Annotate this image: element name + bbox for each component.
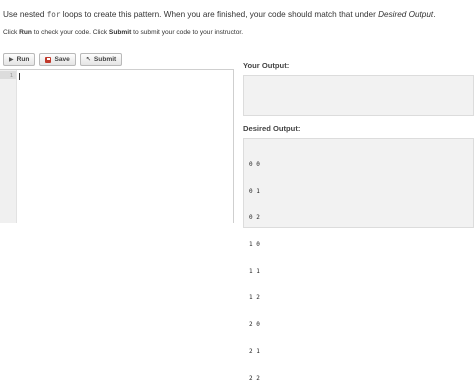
output-line: 0 2	[249, 214, 260, 222]
text-cursor	[19, 73, 20, 80]
instructions-part: Click	[3, 29, 20, 36]
run-submit-instructions: Click Run to check your code. Click Subm…	[3, 29, 243, 36]
output-line: 2 2	[249, 374, 260, 382]
run-button[interactable]: ▶ Run	[3, 53, 36, 66]
instructions-part: loops to create this pattern. When you a…	[60, 10, 379, 19]
save-icon	[45, 56, 52, 63]
instructions-part: to check your code. Click	[31, 29, 109, 36]
output-line: 1 2	[249, 294, 260, 302]
output-line: 1 0	[249, 240, 260, 248]
output-line: 2 1	[249, 347, 260, 355]
save-button-label: Save	[54, 56, 70, 63]
instructions-part: to submit your code to your instructor.	[131, 29, 244, 36]
code-editor[interactable]: 1	[0, 69, 234, 223]
instructions-part: Use nested	[3, 10, 47, 19]
desired-output-box: 0 0 0 1 0 2 1 0 1 1 1 2 2 0 2 1 2 2	[243, 138, 474, 382]
code-keyword: for	[46, 10, 61, 19]
your-output-label: Your Output:	[243, 61, 290, 70]
instructions-text: Use nested for loops to create this patt…	[3, 10, 435, 19]
submit-keyword: Submit	[108, 29, 132, 36]
output-line: 1 1	[249, 267, 260, 275]
run-button-label: Run	[16, 56, 30, 63]
submit-button-label: Submit	[93, 56, 117, 63]
line-number-gutter: 1	[0, 70, 17, 223]
line-number: 1	[9, 73, 13, 79]
output-line: 0 1	[249, 187, 260, 195]
desired-output-emphasis: Desired Output	[378, 10, 434, 19]
submit-arrow-icon: ↖	[85, 56, 91, 63]
toolbar: ▶ Run Save ↖ Submit	[3, 53, 123, 66]
your-output-box	[243, 75, 474, 116]
output-line: 0 0	[249, 160, 260, 168]
save-button[interactable]: Save	[39, 53, 76, 66]
desired-output-label: Desired Output:	[243, 124, 301, 133]
submit-button[interactable]: ↖ Submit	[79, 53, 123, 66]
active-line-highlight	[0, 71, 16, 79]
run-keyword: Run	[19, 29, 32, 36]
instructions-part: .	[433, 10, 436, 19]
play-icon: ▶	[9, 56, 14, 63]
output-line: 2 0	[249, 321, 260, 329]
